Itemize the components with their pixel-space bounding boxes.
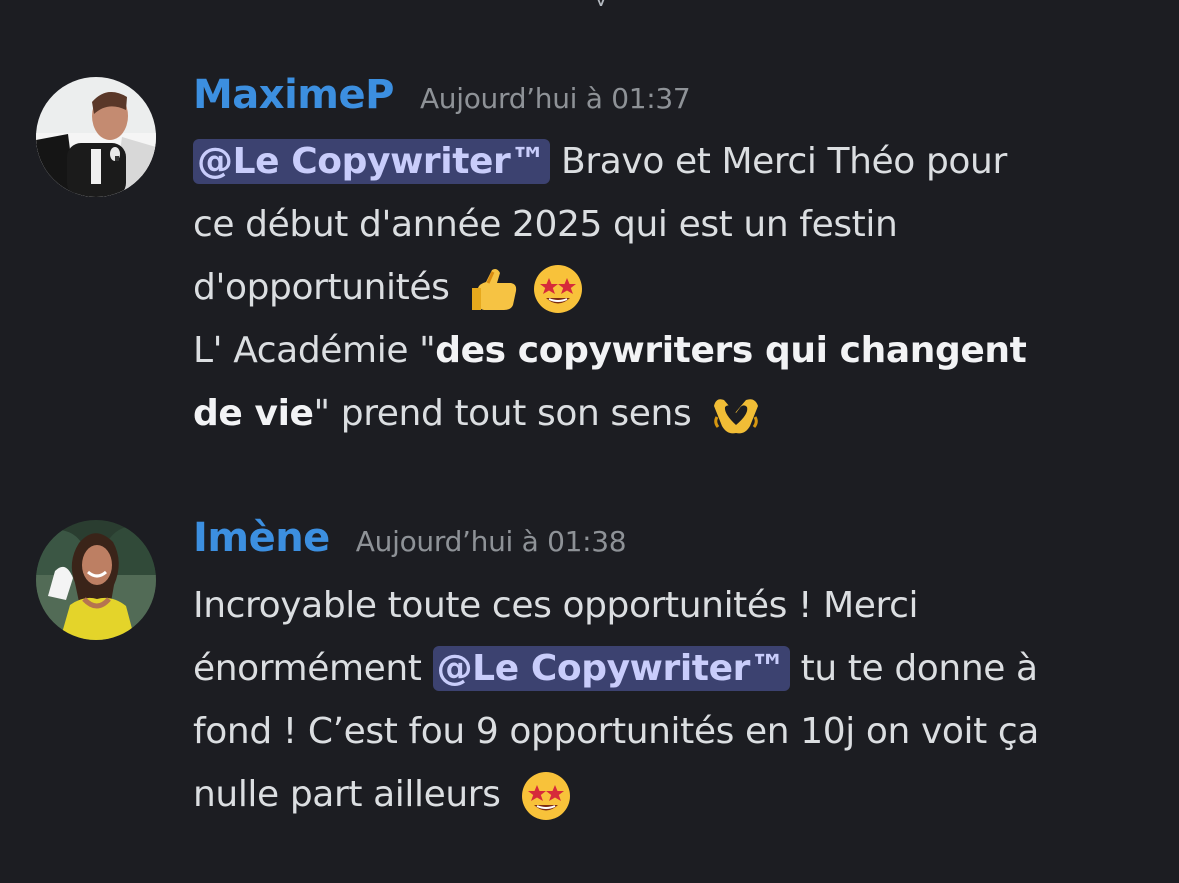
avatar-image-imene xyxy=(36,520,156,640)
message-content: Incroyable toute ces opportunités ! Merc… xyxy=(193,574,1153,826)
message-text: d'opportunités xyxy=(193,267,461,308)
message-line: ce début d'année 2025 qui est un festin xyxy=(193,193,1153,256)
message-text: tu te donne à xyxy=(789,648,1038,689)
author-avatar[interactable] xyxy=(36,77,156,197)
message-timestamp: Aujourd’hui à 01:38 xyxy=(355,525,627,558)
message-text: ce début d'année 2025 qui est un festin xyxy=(193,204,898,245)
user-mention[interactable]: @Le Copywriter™ xyxy=(432,646,790,691)
message-line: Incroyable toute ces opportunités ! Merc… xyxy=(193,574,1153,637)
message-text: L' Académie " xyxy=(193,330,436,371)
message-timestamp: Aujourd’hui à 01:37 xyxy=(419,82,691,115)
avatar-image-maximep xyxy=(36,77,156,197)
star-struck-icon xyxy=(529,260,587,318)
message-line: fond ! C’est fou 9 opportunités en 10j o… xyxy=(193,700,1153,763)
message-text: Bravo et Merci Théo pour xyxy=(550,141,1007,182)
author-avatar[interactable] xyxy=(36,520,156,640)
thumbs-up-icon xyxy=(466,260,524,318)
bold-text: de vie xyxy=(193,393,314,434)
message-text: fond ! C’est fou 9 opportunités en 10j o… xyxy=(193,711,1039,752)
heart-hands-icon xyxy=(707,386,765,444)
message-imene[interactable]: Imène Aujourd’hui à 01:38 Incroyable tou… xyxy=(0,470,1179,883)
message-line: d'opportunités xyxy=(193,256,1153,319)
message-header: MaximeP Aujourd’hui à 01:37 xyxy=(193,72,691,118)
user-mention[interactable]: @Le Copywriter™ xyxy=(193,139,551,184)
message-line: @Le Copywriter™ Bravo et Merci Théo pour xyxy=(193,130,1153,193)
message-line: nulle part ailleurs xyxy=(193,763,1153,826)
author-name[interactable]: Imène xyxy=(193,515,330,561)
message-text: nulle part ailleurs xyxy=(193,774,512,815)
message-text: " prend tout son sens xyxy=(313,393,703,434)
bold-text: des copywriters qui changent xyxy=(435,330,1027,371)
message-text: énormément xyxy=(193,648,433,689)
message-line: L' Académie "des copywriters qui changen… xyxy=(193,319,1153,382)
author-name[interactable]: MaximeP xyxy=(193,72,394,118)
message-text: Incroyable toute ces opportunités ! Merc… xyxy=(193,585,919,626)
message-maximep[interactable]: MaximeP Aujourd’hui à 01:37 @Le Copywrit… xyxy=(0,0,1179,470)
message-content: @Le Copywriter™ Bravo et Merci Théo pour… xyxy=(193,130,1153,445)
message-line: de vie" prend tout son sens xyxy=(193,382,1153,445)
message-line: énormément @Le Copywriter™ tu te donne à xyxy=(193,637,1153,700)
message-header: Imène Aujourd’hui à 01:38 xyxy=(193,515,627,561)
star-struck-icon xyxy=(517,767,575,825)
